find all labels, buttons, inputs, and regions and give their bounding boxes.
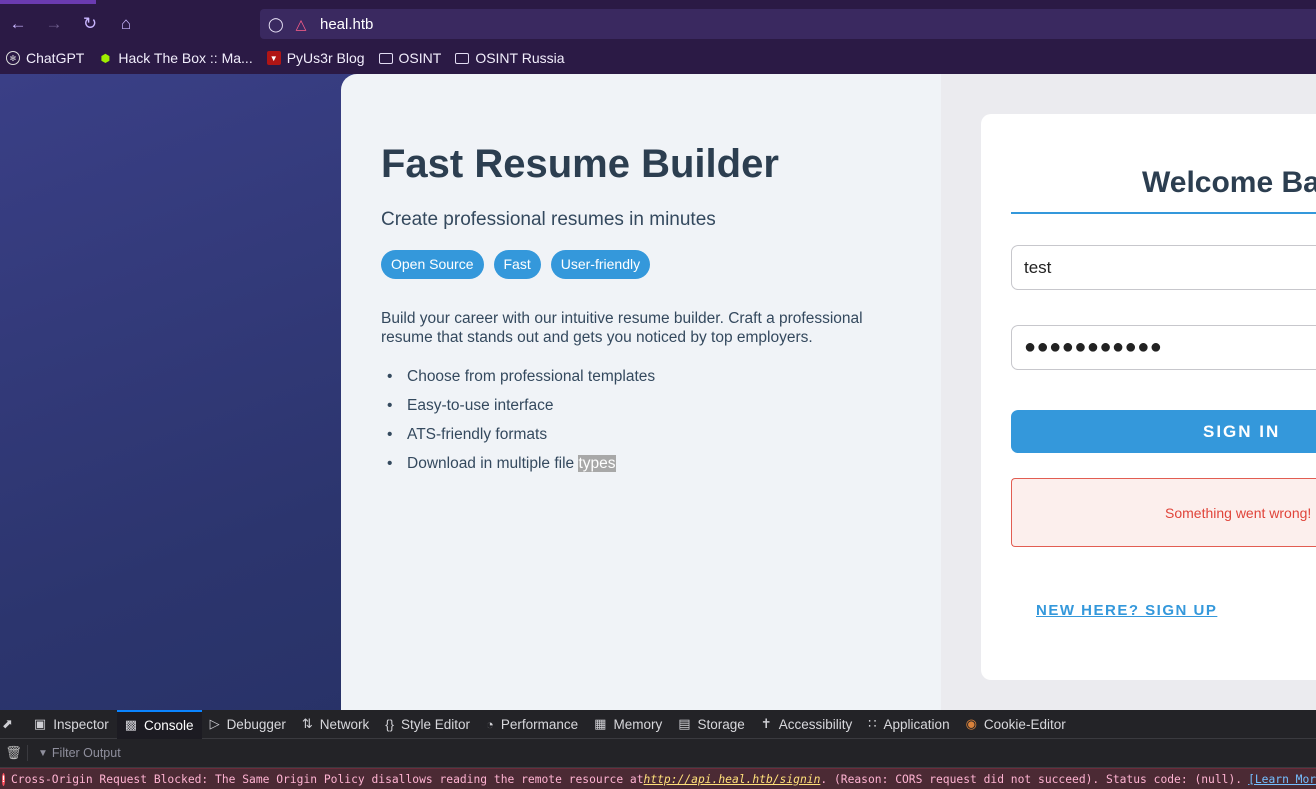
style-editor-icon: {} bbox=[385, 716, 394, 732]
chatgpt-icon: ✻ bbox=[6, 51, 20, 65]
reload-icon[interactable]: ↻ bbox=[72, 6, 108, 42]
error-url-link[interactable]: http://api.heal.htb/signin bbox=[644, 773, 821, 786]
tag-open-source: Open Source bbox=[381, 250, 484, 279]
application-icon: ∷ bbox=[868, 716, 877, 731]
console-icon: ▩ bbox=[124, 717, 138, 732]
element-picker-icon[interactable]: ⬈ bbox=[0, 710, 26, 739]
tab-label: Debugger bbox=[226, 716, 286, 732]
bookmark-label: OSINT Russia bbox=[475, 50, 565, 66]
tab-console[interactable]: ▩ Console bbox=[116, 709, 202, 739]
bookmark-pyus3r[interactable]: ▼ PyUs3r Blog bbox=[266, 50, 365, 66]
list-item: ATS-friendly formats bbox=[381, 420, 655, 449]
hero-title: Fast Resume Builder bbox=[381, 142, 779, 186]
filter-input[interactable]: Filter Output bbox=[52, 746, 121, 760]
tab-label: Cookie-Editor bbox=[983, 716, 1066, 732]
feature-text: Download in multiple file bbox=[407, 455, 579, 472]
folder-icon bbox=[455, 52, 470, 64]
list-item: Choose from professional templates bbox=[381, 362, 655, 391]
tab-cookie-editor[interactable]: ◉ Cookie-Editor bbox=[958, 710, 1074, 739]
devtools-tabs: ⬈ ▣ Inspector ▩ Console ▷ Debugger ⇅ Network… bbox=[0, 709, 1316, 739]
tab-network[interactable]: ⇅ Network bbox=[294, 710, 377, 739]
tab-label: Storage bbox=[697, 716, 745, 732]
storage-icon: ▤ bbox=[678, 716, 691, 731]
inspector-icon: ▣ bbox=[33, 716, 47, 731]
title-underline bbox=[1011, 212, 1316, 214]
bookmark-chatgpt[interactable]: ✻ ChatGPT bbox=[6, 50, 84, 66]
error-reason: . (Reason: CORS request did not succeed)… bbox=[820, 772, 1243, 786]
tab-label: Accessibility bbox=[778, 716, 853, 732]
sign-up-link[interactable]: NEW HERE? SIGN UP bbox=[1036, 602, 1217, 619]
bookmark-osint[interactable]: OSINT bbox=[378, 50, 442, 66]
pyus3r-icon: ▼ bbox=[266, 51, 281, 65]
active-tab-indicator[interactable] bbox=[0, 0, 96, 4]
sign-in-button[interactable]: SIGN IN bbox=[1011, 410, 1316, 453]
folder-icon bbox=[378, 52, 393, 64]
error-icon: ! bbox=[2, 772, 5, 786]
hero-description: Build your career with our intuitive res… bbox=[381, 310, 863, 346]
lock-icon[interactable]: △ bbox=[294, 16, 308, 33]
main-card: Fast Resume Builder Create professional … bbox=[341, 74, 1316, 710]
browser-toolbar: ← → ↻ ⌂ ◯ △ heal.htb bbox=[0, 6, 1316, 42]
learn-more-link[interactable]: [Learn More] bbox=[1248, 773, 1316, 786]
tab-memory[interactable]: ▦ Memory bbox=[586, 710, 670, 739]
hero-subtitle: Create professional resumes in minutes bbox=[381, 209, 716, 230]
tab-label: Console bbox=[144, 717, 194, 733]
tab-label: Style Editor bbox=[400, 716, 470, 732]
bookmark-label: PyUs3r Blog bbox=[286, 50, 365, 66]
feature-tags: Open Source Fast User-friendly bbox=[381, 250, 651, 279]
list-item: Easy-to-use interface bbox=[381, 391, 655, 420]
shield-icon[interactable]: ◯ bbox=[268, 16, 284, 33]
network-icon: ⇅ bbox=[301, 716, 313, 731]
tab-label: Network bbox=[319, 716, 370, 732]
performance-icon: ◔ bbox=[486, 716, 494, 732]
url-bar[interactable]: ◯ △ heal.htb bbox=[260, 9, 1316, 39]
tab-label: Memory bbox=[613, 716, 663, 732]
username-input[interactable]: test bbox=[1011, 245, 1316, 290]
tab-label: Application bbox=[883, 716, 950, 732]
tab-label: Performance bbox=[500, 716, 579, 732]
bookmark-label: OSINT bbox=[398, 50, 442, 66]
picker-icon: ⬈ bbox=[2, 716, 13, 731]
bookmark-label: ChatGPT bbox=[26, 50, 85, 66]
bookmark-label: Hack The Box :: Ma... bbox=[118, 50, 253, 66]
htb-icon: ⬢ bbox=[100, 52, 111, 65]
console-error-message: ! Cross-Origin Request Blocked: The Same… bbox=[0, 768, 1316, 789]
back-icon[interactable]: ← bbox=[0, 6, 36, 42]
forward-icon[interactable]: → bbox=[36, 6, 72, 42]
memory-icon: ▦ bbox=[594, 716, 607, 731]
login-title: Welcome Bac bbox=[1142, 166, 1316, 199]
tag-fast: Fast bbox=[493, 250, 541, 279]
password-input[interactable]: ●●●●●●●●●●● bbox=[1011, 325, 1316, 370]
login-form: Welcome Bac test ●●●●●●●●●●● SIGN IN Som… bbox=[981, 114, 1316, 680]
error-text: Cross-Origin Request Blocked: The Same O… bbox=[11, 772, 644, 786]
tag-user-friendly: User-friendly bbox=[550, 250, 651, 279]
selected-text: types bbox=[578, 455, 616, 472]
tab-storage[interactable]: ▤ Storage bbox=[670, 710, 753, 739]
filter-icon: ▼ bbox=[38, 747, 48, 759]
trash-icon[interactable]: 🗑 bbox=[0, 745, 28, 761]
bookmarks-bar: ✻ ChatGPT ⬢ Hack The Box :: Ma... ▼ PyUs3r … bbox=[0, 42, 1316, 74]
tab-label: Inspector bbox=[53, 716, 109, 732]
tab-performance[interactable]: ◔ Performance bbox=[478, 710, 586, 739]
cookie-icon: ◉ bbox=[965, 716, 977, 731]
tab-debugger[interactable]: ▷ Debugger bbox=[202, 710, 294, 739]
tab-style-editor[interactable]: {} Style Editor bbox=[377, 710, 478, 739]
home-icon[interactable]: ⌂ bbox=[108, 6, 144, 42]
console-filter-bar: 🗑 ▼ Filter Output bbox=[0, 739, 1316, 768]
url-text[interactable]: heal.htb bbox=[320, 16, 373, 33]
page-viewport: Fast Resume Builder Create professional … bbox=[0, 74, 1316, 710]
error-alert: Something went wrong! bbox=[1011, 478, 1316, 547]
debugger-icon: ▷ bbox=[209, 716, 220, 731]
accessibility-icon: ✝ bbox=[760, 716, 772, 731]
feature-list: Choose from professional templates Easy-… bbox=[381, 362, 655, 478]
tab-accessibility[interactable]: ✝ Accessibility bbox=[753, 710, 860, 739]
tab-inspector[interactable]: ▣ Inspector bbox=[26, 710, 117, 739]
bookmark-osint-russia[interactable]: OSINT Russia bbox=[455, 50, 565, 66]
list-item: Download in multiple file types bbox=[381, 449, 655, 478]
bookmark-hackthebox[interactable]: ⬢ Hack The Box :: Ma... bbox=[98, 50, 253, 66]
tab-application[interactable]: ∷ Application bbox=[860, 710, 957, 739]
